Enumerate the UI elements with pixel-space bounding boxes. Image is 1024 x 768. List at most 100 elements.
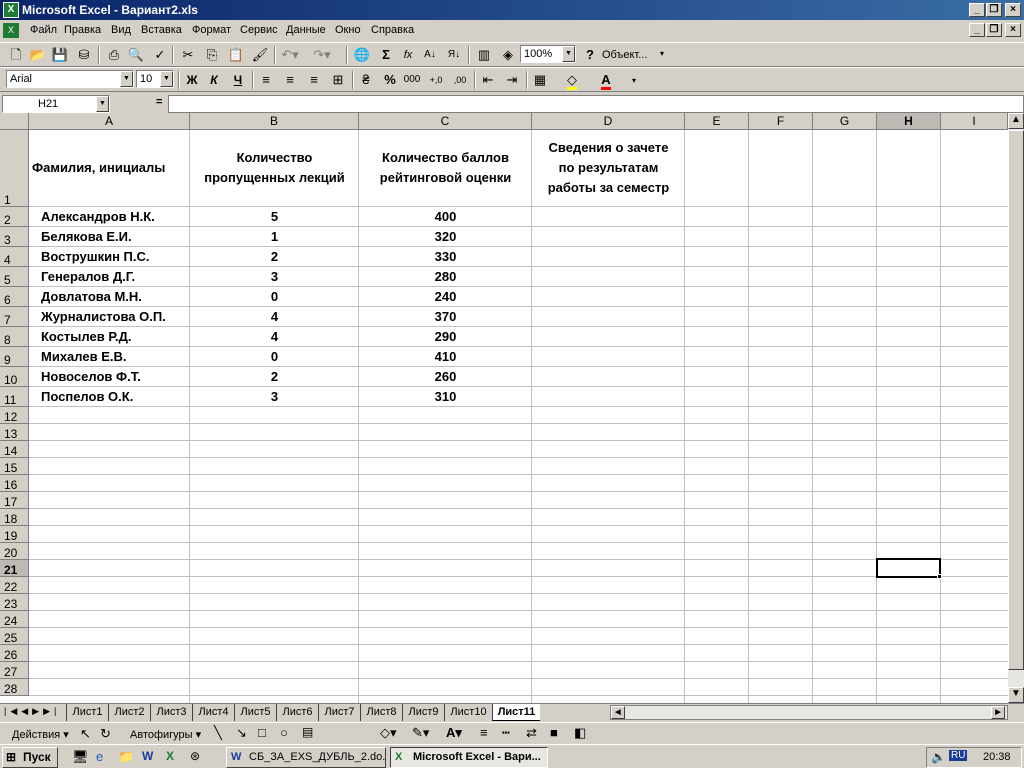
underline-button[interactable]: Ч xyxy=(228,71,248,89)
task-word-doc[interactable]: W СБ_ЗА_EXS_ДУБЛЬ_2.do... xyxy=(226,747,386,768)
undo-icon[interactable]: ↶▾ xyxy=(280,46,300,64)
minimize-icon[interactable]: _ xyxy=(969,3,985,17)
volume-icon[interactable]: 🔈 xyxy=(931,750,946,764)
rectangle-icon[interactable]: □ xyxy=(258,725,266,740)
cell-name[interactable]: Поспелов О.К. xyxy=(41,389,133,404)
oval-icon[interactable]: ○ xyxy=(280,725,288,740)
ie-icon[interactable]: e xyxy=(96,749,103,764)
cell-rating-score[interactable]: 330 xyxy=(359,249,532,264)
header-name[interactable]: Фамилия, инициалы xyxy=(32,160,165,175)
arrow-icon[interactable]: ↘ xyxy=(236,725,247,741)
row-header[interactable]: 28 xyxy=(0,679,29,696)
menu-edit[interactable]: Правка xyxy=(64,24,101,36)
explorer-icon[interactable]: 📁 xyxy=(118,749,134,765)
sort-ascending-icon[interactable]: A↓ xyxy=(420,46,440,64)
language-indicator[interactable]: RU xyxy=(949,750,968,761)
row-header[interactable]: 14 xyxy=(0,441,29,458)
horizontal-scrollbar[interactable]: ◀ ▶ xyxy=(610,705,1008,720)
row-header[interactable]: 25 xyxy=(0,628,29,645)
cell-name[interactable]: Довлатова М.Н. xyxy=(41,289,142,304)
drawing-icon[interactable]: ◈ xyxy=(498,46,518,64)
header-credit-3[interactable]: работы за семестр xyxy=(532,180,685,195)
cell-name[interactable]: Журналистова О.П. xyxy=(41,309,166,324)
row-header[interactable]: 13 xyxy=(0,424,29,441)
spreadsheet-grid[interactable]: A B C D E F G H I 1 2 3 4 5 6 7 8 9 10 11 12 13 14 15 1… xyxy=(0,113,1008,703)
currency-icon[interactable]: ₴ xyxy=(356,71,376,89)
workbook-icon[interactable]: X xyxy=(3,23,19,38)
menu-insert[interactable]: Вставка xyxy=(141,24,182,36)
sheet-tab[interactable]: Лист11 xyxy=(492,704,540,721)
row-header[interactable]: 27 xyxy=(0,662,29,679)
sheet-tab[interactable]: Лист7 xyxy=(318,704,360,721)
cell-missed-lectures[interactable]: 1 xyxy=(190,229,359,244)
cell-rating-score[interactable]: 310 xyxy=(359,389,532,404)
column-header-c[interactable]: C xyxy=(359,113,532,130)
print-preview-icon[interactable]: 🔍 xyxy=(126,46,146,64)
save-icon[interactable]: 💾 xyxy=(50,46,70,64)
cell-missed-lectures[interactable]: 0 xyxy=(190,349,359,364)
merge-center-icon[interactable]: ⊞ xyxy=(328,71,348,89)
row-header[interactable]: 3 xyxy=(0,227,29,247)
toolbar-options-icon[interactable]: ▾ xyxy=(632,76,636,85)
row-header[interactable]: 23 xyxy=(0,594,29,611)
align-center-icon[interactable]: ≡ xyxy=(280,71,300,89)
row-header[interactable]: 5 xyxy=(0,267,29,287)
line-style-icon[interactable]: ≡ xyxy=(480,725,488,740)
cell-rating-score[interactable]: 410 xyxy=(359,349,532,364)
scroll-down-icon[interactable]: ▼ xyxy=(1008,687,1024,703)
cell-name[interactable]: Генералов Д.Г. xyxy=(41,269,135,284)
hyperlink-icon[interactable]: 🌐 xyxy=(352,46,372,64)
function-icon[interactable]: fx xyxy=(398,46,418,64)
fill-handle[interactable] xyxy=(937,574,942,579)
actions-menu[interactable]: Действия ▾ xyxy=(12,728,69,741)
header-missed-2[interactable]: пропущенных лекций xyxy=(190,170,359,185)
help-icon[interactable]: ? xyxy=(580,46,600,64)
redo-icon[interactable]: ↷▾ xyxy=(312,46,332,64)
header-score-2[interactable]: рейтинговой оценки xyxy=(359,170,532,185)
sheet-tab[interactable]: Лист10 xyxy=(444,704,492,721)
fill-bucket-icon[interactable]: ◇▾ xyxy=(380,725,397,741)
bold-button[interactable]: Ж xyxy=(182,71,202,89)
cell-missed-lectures[interactable]: 2 xyxy=(190,369,359,384)
cell-name[interactable]: Вострушкин П.С. xyxy=(41,249,150,264)
row-header[interactable]: 7 xyxy=(0,307,29,327)
increase-decimal-icon[interactable]: +,0 xyxy=(426,71,446,89)
textbox-icon[interactable]: ▤ xyxy=(302,725,313,739)
row-header[interactable]: 19 xyxy=(0,526,29,543)
font-size-select[interactable]: 10 ▼ xyxy=(136,70,174,88)
cell-rating-score[interactable]: 280 xyxy=(359,269,532,284)
row-header[interactable]: 18 xyxy=(0,509,29,526)
column-header-d[interactable]: D xyxy=(532,113,685,130)
pointer-icon[interactable]: ↖ xyxy=(80,726,91,742)
autosum-icon[interactable]: Σ xyxy=(376,46,396,64)
header-credit-2[interactable]: по результатам xyxy=(532,160,685,175)
sheet-tab[interactable]: Лист2 xyxy=(108,704,150,721)
cell-name[interactable]: Костылев Р.Д. xyxy=(41,329,132,344)
row-header[interactable]: 22 xyxy=(0,577,29,594)
row-header[interactable]: 21 xyxy=(0,560,29,577)
draw-font-color-icon[interactable]: A▾ xyxy=(446,725,462,741)
paste-icon[interactable]: 📋 xyxy=(226,46,246,64)
chart-wizard-icon[interactable]: ▥ xyxy=(474,46,494,64)
cell-rating-score[interactable]: 260 xyxy=(359,369,532,384)
doc-close-icon[interactable]: × xyxy=(1005,23,1021,37)
doc-restore-icon[interactable]: ❐ xyxy=(986,23,1002,37)
fill-color-icon[interactable]: ◇ xyxy=(562,71,582,90)
copy-icon[interactable]: ⎘ xyxy=(202,46,222,64)
sheet-tab[interactable]: Лист5 xyxy=(234,704,276,721)
cell-rating-score[interactable]: 240 xyxy=(359,289,532,304)
sheet-tab[interactable]: Лист1 xyxy=(66,704,108,721)
sheet-tab[interactable]: Лист6 xyxy=(276,704,318,721)
cell-missed-lectures[interactable]: 2 xyxy=(190,249,359,264)
cell-name[interactable]: Новоселов Ф.Т. xyxy=(41,369,141,384)
column-header-h[interactable]: H xyxy=(877,113,941,130)
percent-button[interactable]: % xyxy=(380,71,400,89)
menu-format[interactable]: Формат xyxy=(192,24,231,36)
align-right-icon[interactable]: ≡ xyxy=(304,71,324,89)
shadow-icon[interactable]: ■ xyxy=(550,725,558,740)
line-icon[interactable]: ╲ xyxy=(214,725,222,741)
cell-name[interactable]: Александров Н.К. xyxy=(41,209,155,224)
excel-quick-icon[interactable]: X xyxy=(166,749,174,763)
cell-rating-score[interactable]: 320 xyxy=(359,229,532,244)
decrease-decimal-icon[interactable]: ,00 xyxy=(450,71,470,89)
